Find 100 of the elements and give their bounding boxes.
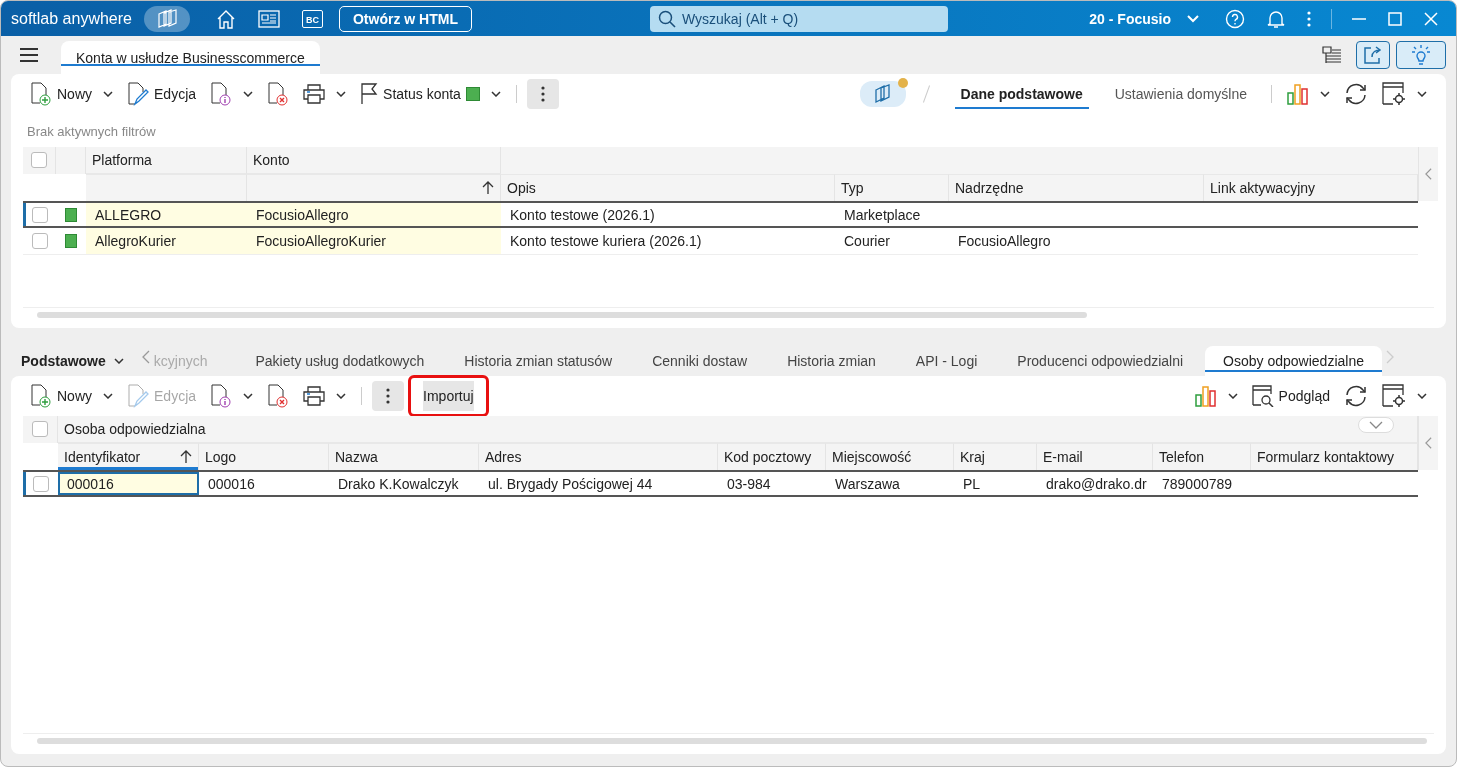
table-cell: drako@drako.dr (1046, 475, 1147, 492)
detail-tab[interactable]: Historia zmian (769, 346, 894, 376)
flag-icon (360, 83, 379, 105)
table-cell: Courier (844, 233, 890, 249)
workspace-button[interactable] (143, 5, 190, 32)
detail-tab[interactable]: Pakiety usług dodatkowych (237, 346, 443, 376)
caret-icon (103, 91, 113, 97)
new-document-icon (30, 384, 52, 408)
column-header[interactable]: Nazwa (335, 449, 378, 465)
caret-icon (243, 393, 254, 399)
select-all-checkbox[interactable] (32, 421, 48, 437)
caret-icon (336, 91, 347, 97)
caret-icon (336, 393, 347, 399)
view-tab[interactable]: Ustawienia domyślne (1108, 79, 1253, 109)
refresh-icon (1344, 83, 1368, 105)
detail-tab[interactable]: Producenci odpowiedzialni (999, 346, 1202, 376)
caret-icon (490, 91, 501, 97)
edit-button[interactable]: Edycja (122, 79, 202, 109)
bc-badge[interactable]: BC (301, 9, 323, 28)
menu-icon (19, 47, 39, 63)
table-cell: FocusioAllegroKurier (256, 233, 386, 249)
new-button[interactable]: Nowy (25, 79, 118, 109)
row-checkbox[interactable] (32, 475, 49, 492)
horizontal-scrollbar[interactable] (37, 738, 1427, 744)
table-cell: FocusioAllegro (958, 233, 1051, 249)
select-all-checkbox[interactable] (31, 152, 47, 168)
close-icon (1424, 11, 1438, 26)
more-icon (540, 86, 545, 102)
column-header[interactable]: Adres (485, 449, 522, 465)
collapse-left-icon[interactable] (1425, 167, 1432, 181)
bell-icon (1267, 8, 1285, 29)
column-header[interactable]: Opis (507, 180, 536, 196)
horizontal-scrollbar[interactable] (37, 312, 1087, 318)
newspaper-icon (257, 9, 280, 28)
document-tab[interactable]: Konta w usłudze Businesscommerce (61, 41, 320, 74)
column-header[interactable]: Nadrzędne (955, 180, 1024, 196)
company-selector[interactable]: 20 - Focusio (1089, 10, 1199, 27)
tips-button[interactable] (1396, 41, 1446, 69)
window-gear-icon (1382, 82, 1406, 106)
column-header[interactable]: Kraj (960, 449, 985, 465)
caret-icon (243, 91, 254, 97)
document-info-icon (210, 384, 233, 408)
document-delete-icon (267, 82, 290, 106)
table-cell: PL (963, 475, 981, 492)
layers-badge[interactable] (859, 81, 906, 107)
document-delete-icon (267, 384, 290, 408)
table-row[interactable]: AllegroKurier FocusioAllegroKurier Konto testowe kuriera (2026.1) Courier FocusioAllegro (23, 228, 1418, 255)
import-button[interactable]: Importuj (408, 375, 489, 417)
bar-chart-icon (1287, 83, 1309, 105)
scroll-left-icon[interactable] (141, 350, 150, 364)
column-header[interactable]: Logo (205, 449, 237, 465)
detail-tab[interactable]: API - Logi (897, 346, 996, 376)
search-icon (657, 9, 676, 28)
table-cell: AllegroKurier (95, 233, 176, 249)
filter-status: Brak aktywnych filtrów (26, 123, 157, 141)
detail-tab[interactable]: Historia zmian statusów (446, 346, 631, 376)
more-button[interactable] (372, 381, 405, 411)
table-cell: Marketplace (844, 206, 921, 223)
home-icon (215, 8, 236, 29)
section-menu[interactable]: Podstawowe (21, 346, 124, 376)
caret-icon (1227, 393, 1238, 399)
column-header[interactable]: Typ (841, 180, 864, 196)
printer-icon (303, 386, 326, 406)
collapse-left-icon[interactable] (1425, 436, 1432, 450)
table-row[interactable]: ALLEGRO FocusioAllegro Konto testowe (2026.1) Marketplace (23, 201, 1418, 228)
layers-icon (155, 8, 178, 29)
new-button[interactable]: Nowy (25, 381, 118, 411)
sort-ascending-icon[interactable] (482, 181, 494, 195)
open-html-button[interactable]: Otwórz w HTML (338, 5, 472, 32)
printer-icon (303, 84, 326, 104)
refresh-icon (1344, 385, 1368, 407)
caret-icon (103, 393, 113, 399)
table-cell: 000016 (67, 475, 114, 492)
flag-button[interactable]: Status konta (355, 79, 506, 109)
detail-tab[interactable]: Osoby odpowiedzialne (1205, 346, 1382, 376)
column-group-header: Osoba odpowiedzialna (64, 421, 206, 437)
detail-tab[interactable]: Cenniki dostaw (634, 346, 766, 376)
table-cell: 789000789 (1162, 475, 1233, 492)
view-tab[interactable]: Dane podstawowe (954, 79, 1089, 109)
maximize-icon (1388, 11, 1402, 26)
expand-button[interactable] (1358, 417, 1394, 433)
sort-ascending-icon[interactable] (180, 450, 192, 464)
share-button[interactable] (1356, 41, 1390, 69)
bar-chart-icon (1194, 385, 1217, 407)
window-gear-icon (1382, 384, 1406, 408)
table-row[interactable]: 000016 000016 Drako K.Kowalczyk ul. Brygady Pościgowej 44 03-984 Warszawa PL drako@drako.dr 789000789 (23, 470, 1418, 497)
edit-document-icon (127, 82, 149, 106)
search-field[interactable]: Wyszukaj (Alt + Q) (649, 5, 948, 32)
row-checkbox[interactable] (31, 206, 48, 223)
preview-button[interactable]: Podgląd (1246, 381, 1335, 411)
preview-icon (1251, 385, 1274, 407)
caret-icon (1320, 91, 1330, 97)
column-header[interactable]: Konto (253, 152, 290, 168)
caret-icon (1417, 393, 1427, 399)
more-icon (1307, 10, 1311, 27)
table-cell: Konto testowe kuriera (2026.1) (510, 233, 702, 249)
more-button[interactable] (526, 79, 559, 109)
chevron-down-icon (1369, 421, 1383, 429)
row-checkbox[interactable] (31, 233, 48, 249)
caret-icon (113, 358, 124, 364)
